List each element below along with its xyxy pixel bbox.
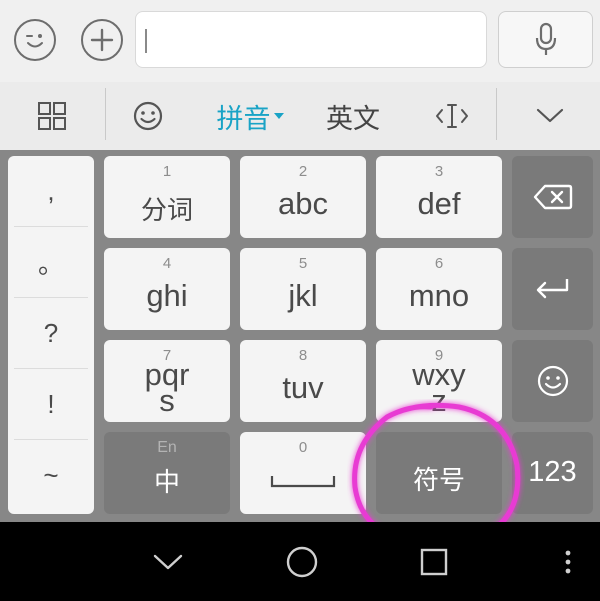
menu-button[interactable] (556, 522, 580, 601)
emoji-toolbar-button[interactable] (120, 82, 176, 150)
key-6[interactable]: 6 mno (376, 248, 502, 330)
key-number: 2 (298, 163, 308, 180)
key-5[interactable]: 5 jkl (240, 248, 366, 330)
message-input[interactable] (135, 11, 487, 68)
collapse-keyboard-button[interactable] (528, 82, 572, 150)
chevron-down-icon (536, 108, 564, 123)
grid-button[interactable] (24, 82, 80, 150)
tab-pinyin-label: 拼音 (216, 103, 271, 135)
square-recents-icon (420, 548, 448, 575)
tab-english-label: 英文 (326, 103, 380, 135)
punct-key[interactable]: ? (14, 298, 88, 369)
key-label: pqr s (104, 359, 230, 418)
emoji-button[interactable] (14, 19, 56, 61)
key-4[interactable]: 4 ghi (104, 248, 230, 330)
toolbar-divider (496, 88, 497, 140)
backspace-icon (533, 184, 572, 210)
microphone-icon (535, 22, 556, 55)
plus-icon (90, 28, 114, 52)
key-number: 3 (434, 163, 444, 180)
punctuation-column[interactable]: , 。 ? ! ~ (8, 156, 94, 514)
wink-face-icon (26, 34, 43, 48)
key-number: 5 (298, 255, 308, 272)
grid-icon (38, 102, 66, 130)
more-vertical-icon (565, 550, 571, 573)
key-1[interactable]: 1 分词 (104, 156, 230, 238)
tab-pinyin[interactable]: 拼音 (210, 82, 290, 150)
key-number: 4 (162, 255, 172, 272)
key-label: ghi (146, 278, 188, 313)
punct-key[interactable]: ~ (14, 440, 88, 511)
smiley-icon (537, 365, 568, 397)
voice-button[interactable] (498, 11, 593, 68)
key-label: abc (278, 186, 328, 221)
key-label: 分词 (140, 196, 193, 226)
key-3[interactable]: 3 def (376, 156, 502, 238)
key-sublabel: En (157, 439, 177, 456)
back-button[interactable] (140, 522, 196, 601)
key-number: 8 (298, 347, 308, 364)
space-bar-icon (270, 476, 336, 488)
key-number: 1 (162, 163, 172, 180)
home-button[interactable] (276, 522, 328, 601)
key-label: 中 (153, 468, 180, 498)
key-label: mno (408, 278, 470, 313)
circle-home-icon (286, 546, 318, 577)
language-switch-key[interactable]: En 中 (104, 432, 230, 514)
smiley-icon (133, 101, 163, 131)
toolbar-divider (105, 88, 106, 140)
chat-input-bar (0, 0, 600, 82)
key-label-line: s (159, 383, 175, 418)
backspace-key[interactable] (512, 156, 593, 238)
add-button[interactable] (81, 19, 123, 61)
key-2[interactable]: 2 abc (240, 156, 366, 238)
punct-key[interactable]: ! (14, 369, 88, 440)
key-7[interactable]: 7 pqr s (104, 340, 230, 422)
key-label: jkl (288, 278, 318, 313)
recents-button[interactable] (408, 522, 460, 601)
punct-key[interactable]: 。 (14, 227, 88, 298)
dropdown-icon (273, 113, 284, 119)
enter-icon (536, 279, 568, 299)
cursor-button[interactable] (428, 82, 476, 150)
text-caret (145, 29, 147, 53)
key-label: def (417, 186, 461, 221)
enter-key[interactable] (512, 248, 593, 330)
key-number: 6 (434, 255, 444, 272)
system-navigation-bar (0, 522, 600, 601)
cursor-move-icon (436, 104, 468, 128)
tab-english[interactable]: 英文 (318, 82, 388, 150)
punct-key[interactable]: , (14, 156, 88, 227)
chevron-down-icon (153, 554, 183, 569)
keyboard-toolbar: 拼音 英文 (0, 82, 600, 150)
